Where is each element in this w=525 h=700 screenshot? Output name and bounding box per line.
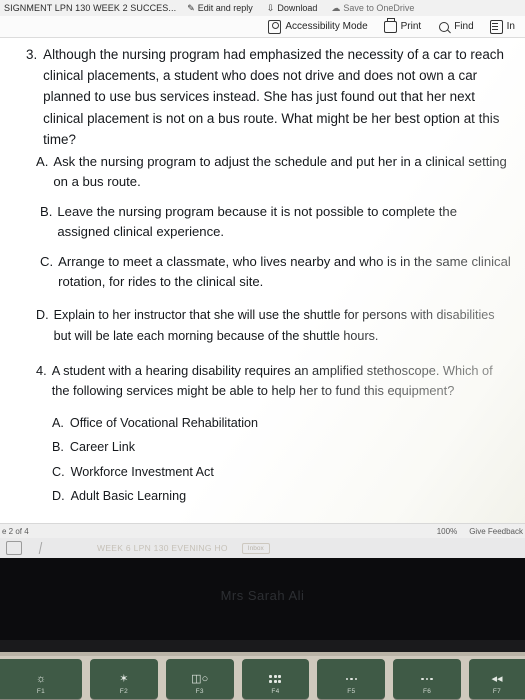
brightness-high-icon: ✶ (119, 672, 129, 685)
download-button[interactable]: ⇩ Download (260, 3, 325, 13)
question-4-text: A student with a hearing disability requ… (51, 362, 493, 399)
key-f5[interactable]: F5 (317, 659, 386, 699)
key-f3-label: F3 (195, 688, 204, 695)
app-grid-icon (269, 675, 282, 683)
download-icon: ⇩ (266, 2, 275, 13)
mute-icon: ◂◂ (491, 672, 503, 685)
key-f7-label: F7 (492, 688, 502, 695)
open-in-app-button[interactable]: In (482, 18, 523, 36)
pen-icon[interactable] (38, 542, 53, 554)
q4-option-c-text: Workforce Investment Act (70, 464, 214, 479)
screen-watermark: Mrs Sarah Ali (220, 588, 305, 603)
background-email-subject: WEEK 6 LPN 130 EVENING HO (97, 543, 228, 553)
option-b-label: B. (40, 203, 53, 219)
save-to-onedrive-label: Save to OneDrive (343, 3, 415, 13)
key-f3[interactable]: ◫○ F3 (165, 659, 234, 699)
key-f5-label: F5 (347, 688, 356, 695)
search-icon (437, 20, 450, 33)
q4-option-c-label: C. (52, 464, 65, 479)
download-label: Download (277, 3, 318, 13)
find-label: Find (454, 21, 474, 32)
keyboard-backlight-icon (345, 677, 358, 681)
option-a-text: Ask the nursing program to adjust the sc… (53, 153, 507, 190)
printer-icon (383, 17, 397, 33)
question-4-option-c: C. Workforce Investment Act (52, 460, 511, 485)
print-button[interactable]: Print (376, 17, 430, 36)
inbox-badge: Inbox (241, 542, 270, 554)
q4-option-d-label: D. (52, 489, 65, 504)
browser-top-toolbar: SIGNMENT LPN 130 WEEK 2 SUCCES... ✎ Edit… (0, 0, 525, 17)
key-f2-label: F2 (119, 688, 128, 695)
task-view-icon: ◫○ (191, 672, 209, 685)
key-f1-label: F1 (36, 688, 46, 695)
zoom-level[interactable]: 100% (437, 527, 457, 536)
document-viewer-toolbar: Accessibility Mode Print Find In (0, 16, 525, 38)
laptop-keyboard: ☼ F1 ✶ F2 ◫○ F3 F4 F5 F6 ◂◂ F7 (0, 652, 525, 700)
key-f7[interactable]: ◂◂ F7 (468, 659, 525, 699)
option-b-text: Leave the nursing program because it is … (57, 203, 457, 240)
keyboard-backlight-up-icon (421, 677, 433, 681)
find-button[interactable]: Find (429, 18, 481, 36)
page-indicator: e 2 of 4 (2, 527, 29, 536)
question-3-text: Although the nursing program had emphasi… (43, 47, 504, 147)
laptop-bezel (0, 640, 525, 652)
option-d-text: Explain to her instructor that she will … (53, 308, 495, 343)
question-4-options: A. Office of Vocational Rehabilitation B… (52, 411, 511, 509)
question-3-option-d: D. Explain to her instructor that she wi… (36, 305, 511, 345)
open-in-app-label: In (506, 21, 515, 32)
document-page: 3. Although the nursing program had emph… (0, 38, 525, 523)
edit-and-reply-button[interactable]: ✎ Edit and reply (180, 3, 260, 13)
q4-option-a-text: Office of Vocational Rehabilitation (69, 415, 259, 430)
question-3-number: 3. (26, 47, 38, 62)
pencil-icon: ✎ (187, 2, 195, 13)
question-3-option-b: B. Leave the nursing program because it … (40, 202, 511, 243)
question-4-option-d: D. Adult Basic Learning (52, 484, 511, 509)
q4-option-d-text: Adult Basic Learning (70, 489, 187, 504)
document-status-bar: e 2 of 4 100% Give Feedback (0, 523, 525, 539)
cloud-icon: ☁ (331, 2, 341, 13)
accessibility-mode-label: Accessibility Mode (285, 21, 368, 32)
key-f4-label: F4 (271, 688, 280, 695)
accessibility-mode-button[interactable]: Accessibility Mode (260, 18, 375, 36)
question-4-option-a: A. Office of Vocational Rehabilitation (52, 411, 511, 436)
question-4-option-b: B. Career Link (52, 435, 511, 460)
question-4: 4. A student with a hearing disability r… (36, 361, 511, 402)
key-f4[interactable]: F4 (241, 659, 310, 699)
screen-dark-area: Mrs Sarah Ali (0, 558, 525, 640)
save-to-onedrive-button[interactable]: ☁ Save to OneDrive (324, 3, 421, 13)
key-f6[interactable]: F6 (393, 659, 461, 699)
accessibility-icon (268, 19, 282, 34)
option-c-text: Arrange to meet a classmate, who lives n… (58, 253, 511, 289)
q4-option-a-label: A. (52, 415, 64, 430)
key-f6-label: F6 (422, 688, 432, 695)
key-f1[interactable]: ☼ F1 (0, 659, 82, 699)
print-label: Print (400, 21, 422, 32)
question-4-number: 4. (36, 362, 47, 378)
give-feedback-link[interactable]: Give Feedback (469, 527, 523, 536)
option-c-label: C. (40, 253, 54, 269)
option-a-label: A. (36, 153, 49, 169)
question-3: 3. Although the nursing program had emph… (26, 44, 511, 150)
option-d-label: D. (36, 308, 49, 323)
q4-option-b-label: B. (52, 440, 64, 455)
document-tab-title[interactable]: SIGNMENT LPN 130 WEEK 2 SUCCES... (0, 3, 180, 13)
window-icon[interactable] (6, 541, 22, 555)
keyboard-edge (0, 652, 525, 656)
edit-and-reply-label: Edit and reply (197, 3, 253, 13)
q4-option-b-text: Career Link (69, 440, 136, 455)
app-window-icon (489, 19, 503, 34)
question-3-option-c: C. Arrange to meet a classmate, who live… (40, 252, 511, 293)
key-f2[interactable]: ✶ F2 (90, 659, 158, 699)
question-3-option-a: A. Ask the nursing program to adjust the… (36, 152, 511, 193)
background-window-band: WEEK 6 LPN 130 EVENING HO Inbox (0, 538, 525, 558)
brightness-low-icon: ☼ (35, 672, 47, 685)
